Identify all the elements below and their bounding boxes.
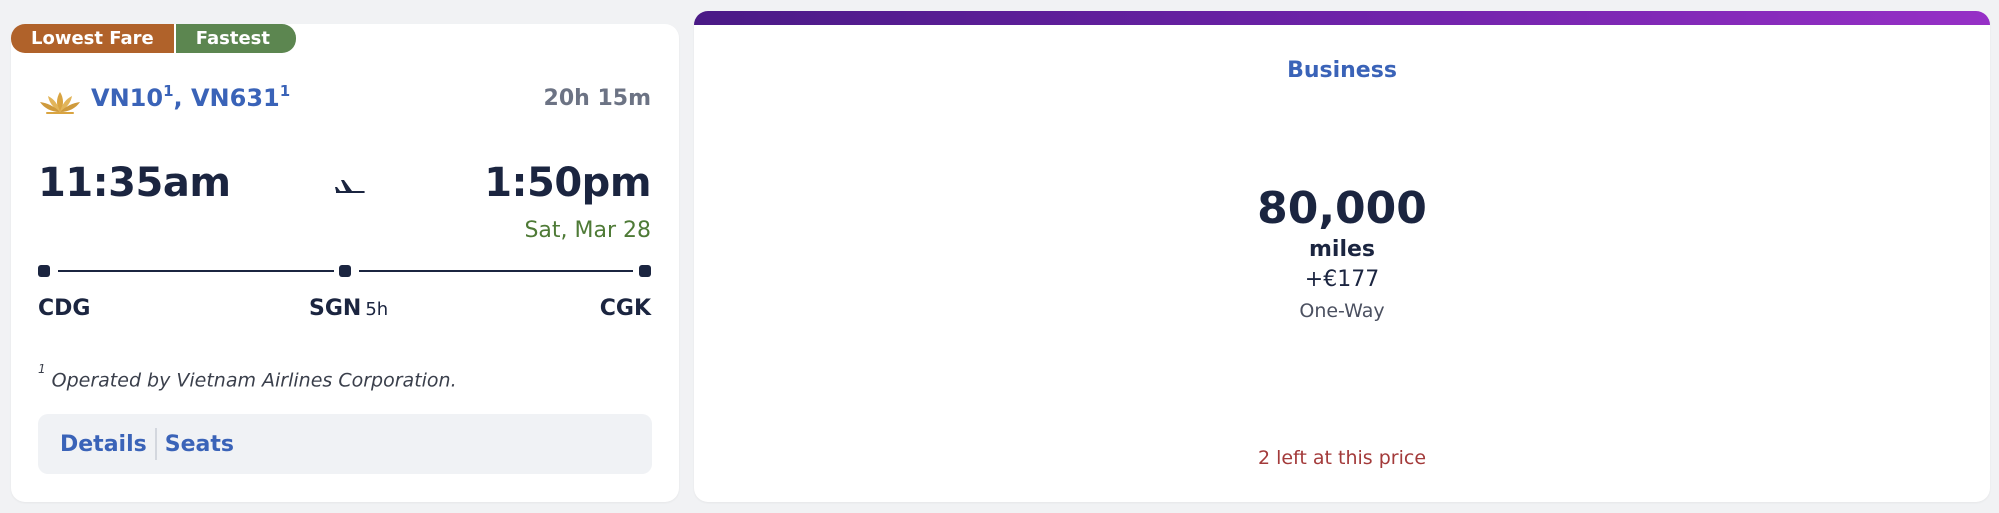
divider <box>154 428 157 460</box>
lotus-logo-icon <box>40 92 80 114</box>
departure-time: 11:35am <box>38 160 231 206</box>
trip-type: One-Way <box>1299 300 1385 322</box>
plane-icon <box>335 180 365 193</box>
stop-dot <box>339 265 351 277</box>
flight-number: VN631 <box>190 84 280 112</box>
footnote-text: Operated by Vietnam Airlines Corporation… <box>51 369 457 392</box>
footnote-mark: 1 <box>38 362 46 376</box>
lowest-fare-badge: Lowest Fare <box>11 24 174 53</box>
fastest-badge: Fastest <box>175 24 296 53</box>
route-segment <box>58 270 334 272</box>
taxes-fees: +€177 <box>1304 267 1380 292</box>
cabin-accent-bar <box>694 11 1990 25</box>
seats-link[interactable]: Seats <box>165 432 234 457</box>
action-bar: Details Seats <box>38 414 652 474</box>
operator-note-mark: 1 <box>163 82 174 100</box>
stop-airport: SGN 5h <box>309 296 388 321</box>
route-segment <box>359 270 633 272</box>
stop-airport-code: SGN <box>309 296 362 321</box>
seats-left-notice: 2 left at this price <box>1257 447 1427 469</box>
origin-airport: CDG <box>38 296 91 321</box>
flight-number: VN10 <box>91 84 164 112</box>
flight-number-separator: , <box>173 84 191 112</box>
miles-unit: miles <box>1308 237 1376 262</box>
destination-airport: CGK <box>599 296 651 321</box>
badges: Lowest Fare Fastest <box>11 24 296 53</box>
cabin-class: Business <box>1287 58 1397 83</box>
operator-note-mark: 1 <box>279 82 291 100</box>
flight-numbers: VN10 1, VN631 1 <box>91 82 291 112</box>
fare-option-card[interactable]: Business 80,000 miles +€177 One-Way 2 le… <box>694 11 1990 502</box>
flight-duration: 20h 15m <box>543 86 651 111</box>
route-line <box>38 265 652 279</box>
operator-footnote: 1 Operated by Vietnam Airlines Corporatio… <box>38 362 457 392</box>
miles-price: 80,000 <box>1257 183 1427 234</box>
origin-dot <box>38 265 50 277</box>
layover-duration: 5h <box>365 299 389 320</box>
destination-dot <box>639 265 651 277</box>
arrival-date: Sat, Mar 28 <box>524 218 651 243</box>
details-link[interactable]: Details <box>60 432 147 457</box>
arrival-time: 1:50pm <box>484 160 651 206</box>
